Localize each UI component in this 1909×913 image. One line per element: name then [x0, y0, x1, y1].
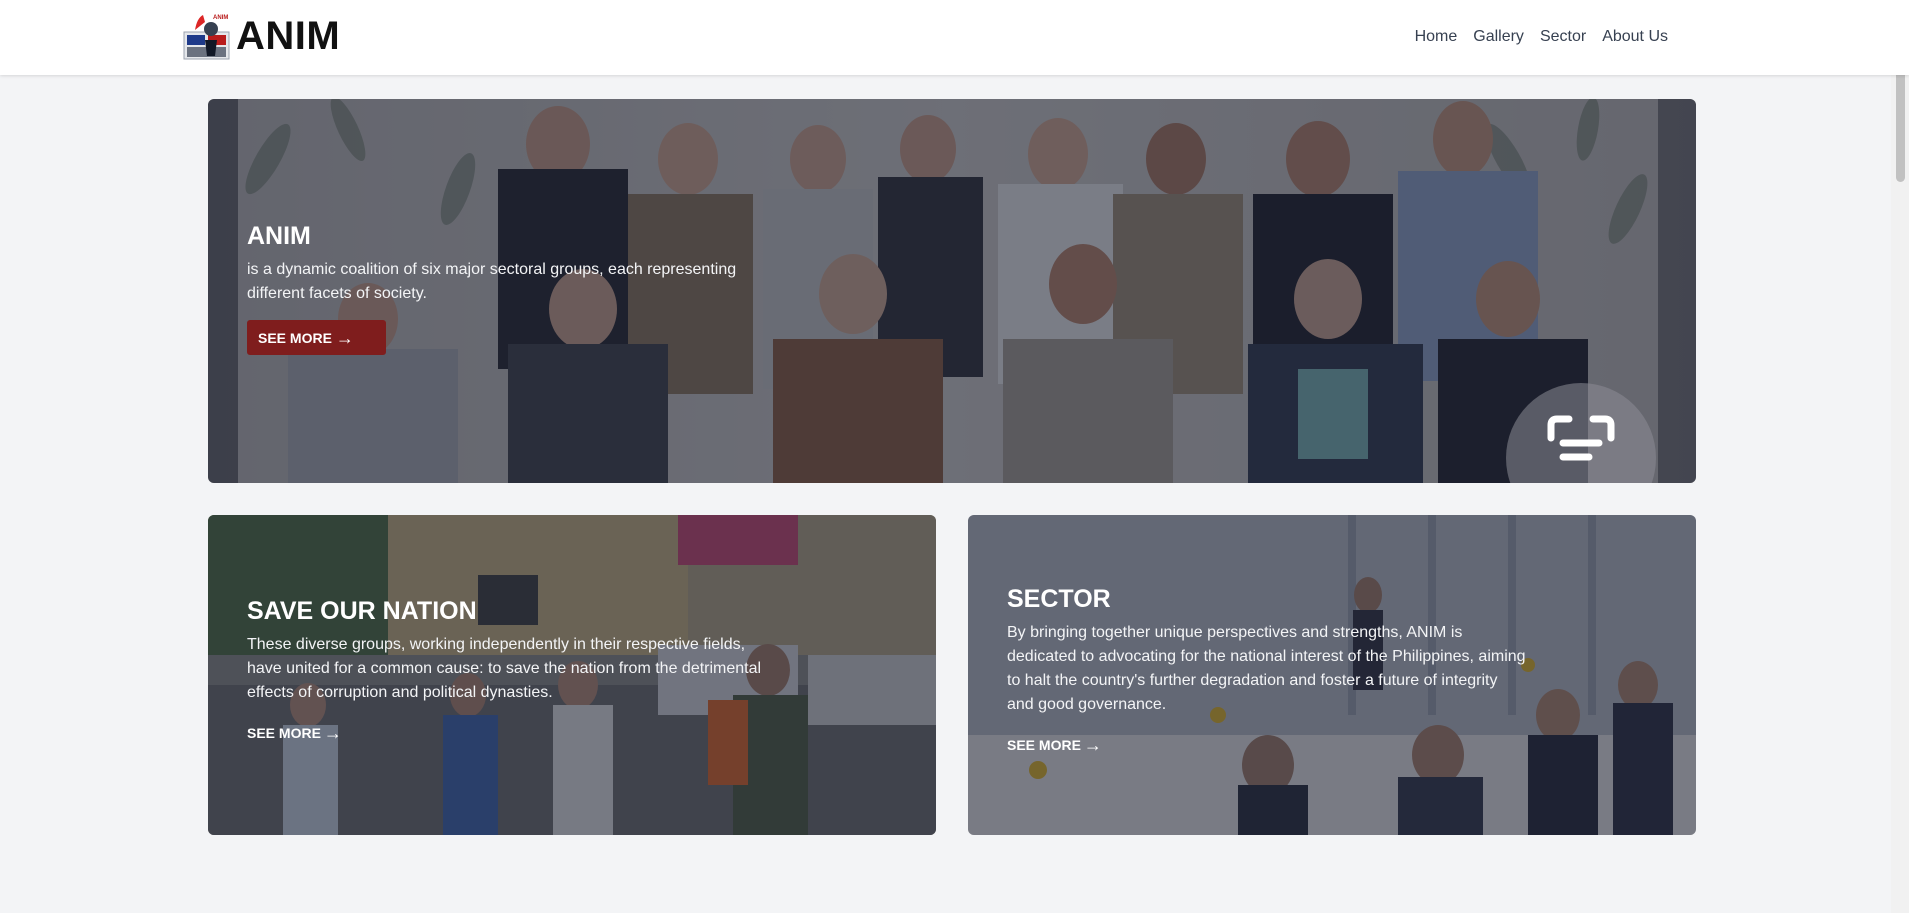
arrow-right-icon: → [1083, 735, 1102, 755]
sector-see-more-link[interactable]: SEE MORE → [1007, 735, 1102, 755]
nav-item-sector[interactable]: Sector [1540, 27, 1586, 47]
sector-description: By bringing together unique perspectives… [1007, 624, 1526, 713]
brand-logo[interactable]: ANIM ANIM [183, 12, 340, 60]
save-our-nation-see-more-link[interactable]: SEE MORE → [247, 723, 342, 743]
hero-description: is a dynamic coalition of six major sect… [247, 261, 737, 302]
sector-title: SECTOR [1007, 585, 1111, 613]
page-scrollbar[interactable] [1891, 0, 1909, 913]
nav-item-gallery[interactable]: Gallery [1473, 27, 1524, 47]
site-header: ANIM ANIM Home Gallery Sector About Us [0, 0, 1909, 75]
main-nav: Home Gallery Sector About Us [1415, 27, 1668, 47]
brand-name: ANIM [236, 14, 341, 58]
save-our-nation-description: These diverse groups, working independen… [247, 636, 762, 701]
brand-emblem-icon: ANIM [183, 15, 230, 60]
hero-see-more-button[interactable]: SEE MORE → [247, 320, 386, 355]
svg-text:ANIM: ANIM [213, 15, 228, 21]
hero-title: ANIM [247, 222, 311, 250]
hero-see-more-label: SEE MORE [258, 329, 332, 346]
save-our-nation-see-more-label: SEE MORE [247, 725, 321, 741]
scan-icon-glyph [1547, 415, 1615, 461]
save-our-nation-card: SAVE OUR NATION These diverse groups, wo… [208, 515, 936, 835]
hero-content: ANIM is a dynamic coalition of six major… [247, 220, 767, 355]
hero-card: ANIM is a dynamic coalition of six major… [208, 99, 1696, 483]
sector-see-more-label: SEE MORE [1007, 737, 1081, 753]
save-our-nation-content: SAVE OUR NATION These diverse groups, wo… [247, 595, 767, 743]
sector-card: SECTOR By bringing together unique persp… [968, 515, 1696, 835]
nav-item-home[interactable]: Home [1415, 27, 1458, 47]
arrow-right-icon: → [335, 327, 354, 348]
nav-item-about-us[interactable]: About Us [1602, 27, 1668, 47]
sector-content: SECTOR By bringing together unique persp… [1007, 583, 1527, 755]
save-our-nation-title: SAVE OUR NATION [247, 597, 477, 625]
arrow-right-icon: → [323, 723, 342, 743]
